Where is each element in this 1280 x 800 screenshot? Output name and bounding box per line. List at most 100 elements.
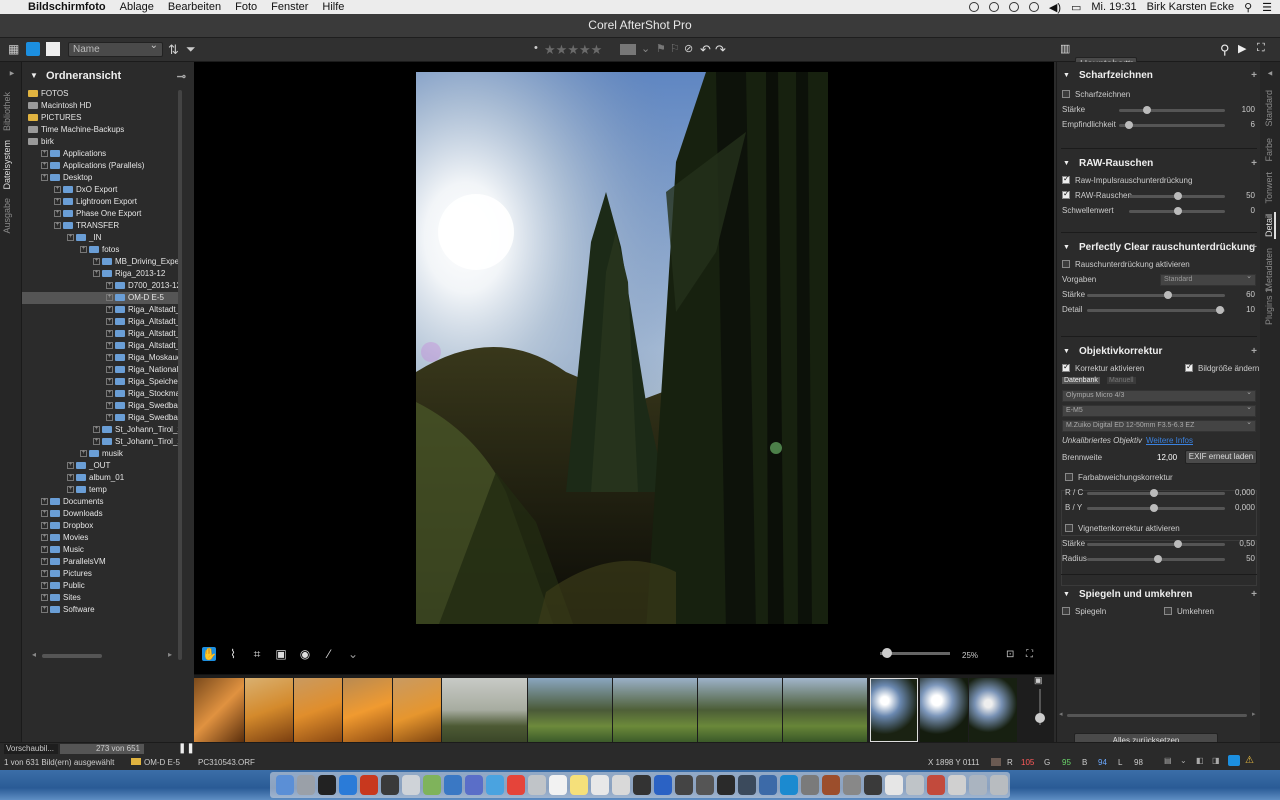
by-knob[interactable] <box>1150 504 1158 512</box>
expand-icon[interactable]: + <box>67 486 74 494</box>
expand-icon[interactable]: + <box>93 270 100 278</box>
tab-farbe[interactable]: Farbe <box>1264 138 1274 162</box>
tree-item[interactable]: + TRANSFER <box>22 220 182 232</box>
pc-enable-checkbox[interactable] <box>1062 260 1070 268</box>
mail-icon[interactable] <box>486 775 504 795</box>
app-icon[interactable] <box>927 775 945 795</box>
thumbnail[interactable] <box>698 678 782 742</box>
vignette-strength-knob[interactable] <box>1174 540 1182 548</box>
tab-bibliothek[interactable]: Bibliothek <box>2 92 12 131</box>
fit-screen-icon[interactable]: ⛶ <box>1026 649 1033 660</box>
tree-item[interactable]: + Riga_Moskauer_ <box>22 352 182 364</box>
vignette-strength-value[interactable]: 0,50 <box>1239 539 1255 548</box>
raw-impulse-checkbox[interactable] <box>1062 174 1070 184</box>
threshold-value[interactable]: 0 <box>1251 206 1255 215</box>
search-icon[interactable]: ⚲ <box>1244 1 1252 14</box>
vignette-radius-value[interactable]: 50 <box>1246 554 1255 563</box>
pc-strength-slider[interactable] <box>1087 294 1225 297</box>
clipping-shadow-icon[interactable]: ◧ <box>1196 756 1204 765</box>
collapse-triangle-icon[interactable]: ▼ <box>1063 591 1070 598</box>
menu-bearbeiten[interactable]: Bearbeiten <box>168 1 221 13</box>
collapse-triangle-icon[interactable]: ▼ <box>1063 72 1070 79</box>
tree-item[interactable]: Time Machine-Backups <box>22 124 182 136</box>
app-icon[interactable] <box>381 775 399 795</box>
menu-app[interactable]: Bildschirmfoto <box>28 1 106 13</box>
notes-icon[interactable] <box>570 775 588 795</box>
redeye-icon[interactable]: ◉ <box>298 647 312 661</box>
expand-icon[interactable]: + <box>67 474 74 482</box>
tree-item[interactable]: + Riga_Altstadt_20 <box>22 328 182 340</box>
expand-icon[interactable]: + <box>93 258 100 266</box>
folder-tree-scrollbar[interactable] <box>178 90 182 660</box>
lens-camera-select[interactable]: E-M5 <box>1062 403 1256 417</box>
rating-stars[interactable]: ★★★★★ <box>544 42 602 58</box>
safari-icon[interactable] <box>339 775 357 795</box>
tree-item[interactable]: + Music <box>22 544 182 556</box>
textedit-icon[interactable] <box>612 775 630 795</box>
menu-ablage[interactable]: Ablage <box>120 1 154 13</box>
fit-1to1-icon[interactable]: ⊡ <box>1006 649 1014 660</box>
search-icon[interactable]: ⚲ <box>1220 42 1230 58</box>
lens-header[interactable]: ▼ Objektivkorrektur + <box>1057 346 1261 362</box>
app-icon[interactable] <box>465 775 483 795</box>
tab-ausgabe[interactable]: Ausgabe <box>2 198 12 234</box>
sharpen-strength-value[interactable]: 100 <box>1242 105 1255 114</box>
rc-value[interactable]: 0,000 <box>1235 488 1255 497</box>
terminal-icon[interactable] <box>318 775 336 795</box>
clock-icon[interactable] <box>402 775 420 795</box>
expand-icon[interactable]: + <box>67 462 74 470</box>
chrome-icon[interactable] <box>507 775 525 795</box>
tree-item[interactable]: + Riga_Stockmann <box>22 388 182 400</box>
sharpen-strength-slider[interactable] <box>1119 109 1225 112</box>
raw-noise-checkbox[interactable] <box>1062 189 1070 199</box>
menu-fenster[interactable]: Fenster <box>271 1 308 13</box>
tree-item[interactable]: + Downloads <box>22 508 182 520</box>
expand-icon[interactable]: + <box>106 282 113 290</box>
invert-checkbox[interactable] <box>1164 607 1172 615</box>
thumbnail[interactable] <box>245 678 293 742</box>
color-label-icon[interactable] <box>620 44 636 55</box>
expand-icon[interactable]: + <box>54 222 61 230</box>
sort-select[interactable]: Name <box>68 40 163 57</box>
word-icon[interactable] <box>654 775 672 795</box>
tree-item[interactable]: + fotos <box>22 244 182 256</box>
expand-icon[interactable]: + <box>41 546 48 554</box>
sharpen-sensitivity-value[interactable]: 6 <box>1251 120 1255 129</box>
wifi-icon[interactable] <box>1028 2 1039 12</box>
split-view-icon[interactable] <box>26 42 40 56</box>
expand-icon[interactable]: + <box>41 534 48 542</box>
app-icon[interactable] <box>822 775 840 795</box>
fullscreen-icon[interactable]: ⛶ <box>1257 42 1265 55</box>
collapse-triangle-icon[interactable]: ▼ <box>1063 348 1070 355</box>
tree-item[interactable]: + Applications (Parallels) <box>22 160 182 172</box>
pc-detail-value[interactable]: 10 <box>1246 305 1255 314</box>
tree-item[interactable]: + Riga_Nationalde <box>22 364 182 376</box>
pc-strength-value[interactable]: 60 <box>1246 290 1255 299</box>
raw-noise-value[interactable]: 50 <box>1246 191 1255 200</box>
app-icon[interactable] <box>801 775 819 795</box>
thumbnail-selected[interactable] <box>870 678 918 742</box>
expand-icon[interactable]: + <box>106 378 113 386</box>
pc-detail-knob[interactable] <box>1216 306 1224 314</box>
unflag-icon[interactable]: ⚐ <box>670 42 680 55</box>
scroll-left-icon[interactable]: ◂ <box>32 650 36 659</box>
battery-icon[interactable]: ▭ <box>1071 1 1081 14</box>
by-value[interactable]: 0,000 <box>1235 503 1255 512</box>
thumbnail[interactable] <box>194 678 244 742</box>
collapse-triangle-icon[interactable]: ▼ <box>1063 244 1070 251</box>
image-viewer[interactable]: ✋ ⌇ ⌗ ▣ ◉ ⁄ ⌄ 25% ⊡ ⛶ <box>194 62 1054 674</box>
messages-icon[interactable] <box>423 775 441 795</box>
thumbnail[interactable] <box>783 678 867 742</box>
tree-item[interactable]: + _IN <box>22 232 182 244</box>
rotate-left-icon[interactable]: ↶ <box>700 42 711 58</box>
app-icon[interactable] <box>948 775 966 795</box>
collapse-triangle-icon[interactable]: ▼ <box>1063 160 1070 167</box>
vignette-strength-slider[interactable] <box>1087 543 1225 546</box>
tree-item[interactable]: + Lightroom Export <box>22 196 182 208</box>
tree-item[interactable]: + Applications <box>22 148 182 160</box>
expand-icon[interactable]: + <box>41 606 48 614</box>
tree-item-selected[interactable]: + OM-D E-5 <box>22 292 182 304</box>
pause-icon[interactable]: ❚❚ <box>178 743 195 754</box>
tree-item[interactable]: + Riga_Altstadt_20 <box>22 304 182 316</box>
tab-manuell[interactable]: Manuell <box>1107 377 1136 384</box>
